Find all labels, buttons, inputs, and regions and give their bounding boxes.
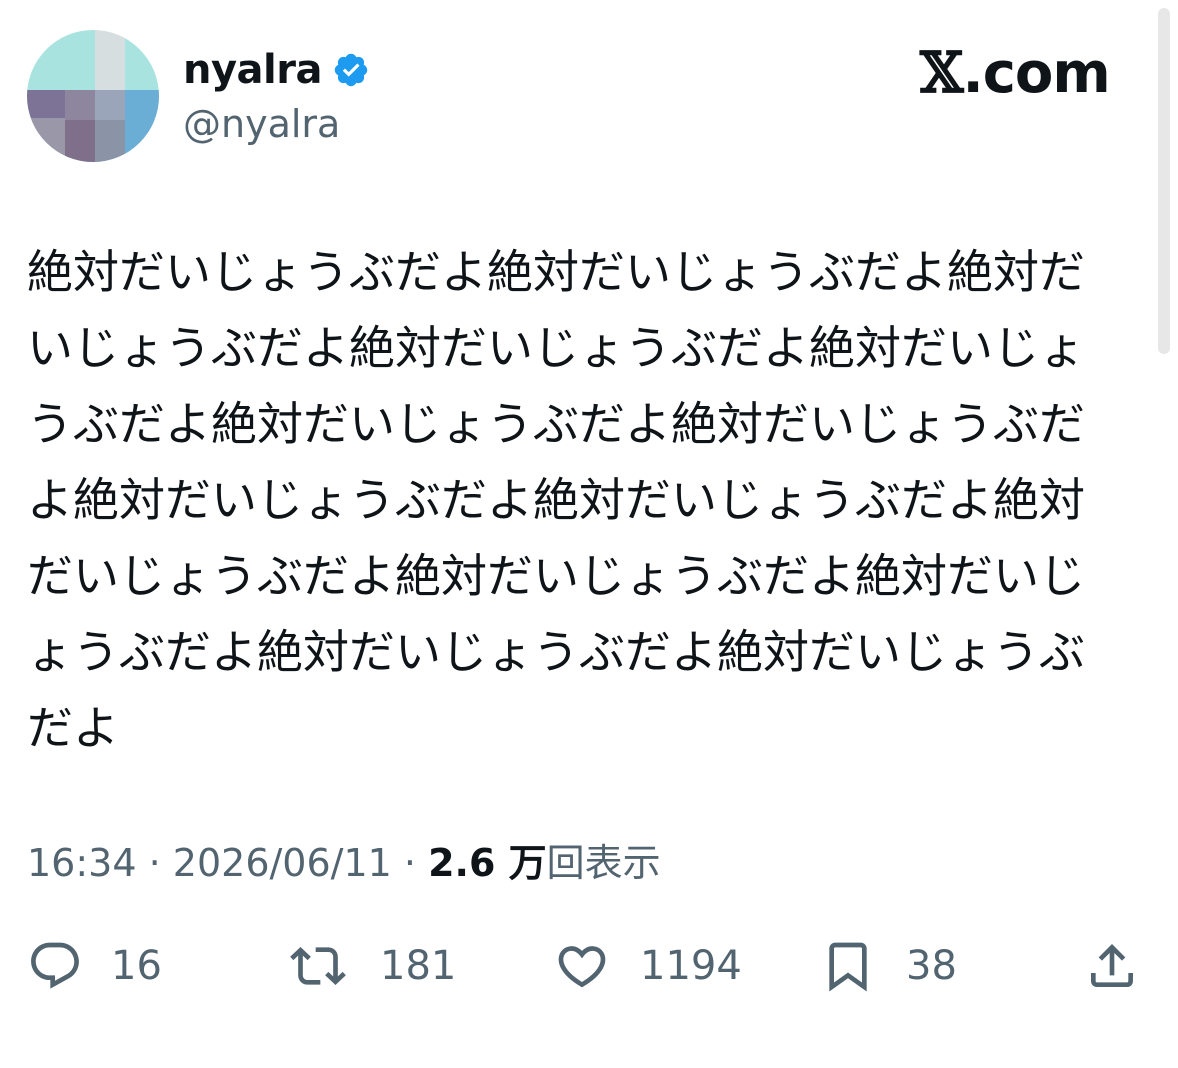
- share-icon: [1091, 944, 1133, 987]
- x-logo-suffix: .com: [962, 41, 1110, 106]
- post-date[interactable]: 2026/06/11: [173, 841, 392, 885]
- x-com-logo: 𝕏.com: [920, 40, 1111, 107]
- post-meta: 16:34 · 2026/06/11 · 2.6 万回表示: [27, 838, 661, 888]
- display-name-text[interactable]: nyalra: [183, 44, 322, 96]
- x-logo-letter: 𝕏: [920, 40, 963, 106]
- like-button[interactable]: 1194: [554, 930, 742, 1002]
- bookmark-count: 38: [906, 943, 957, 989]
- meta-separator: ·: [403, 841, 417, 885]
- reply-button[interactable]: 16: [27, 930, 162, 1002]
- repost-button[interactable]: 181: [290, 930, 456, 1002]
- reply-icon: [31, 942, 79, 989]
- post-time[interactable]: 16:34: [27, 841, 137, 885]
- bookmark-button[interactable]: 38: [820, 930, 957, 1002]
- views-count: 2.6 万: [428, 841, 547, 885]
- meta-separator: ·: [148, 841, 161, 885]
- bookmark-icon: [829, 942, 867, 992]
- display-name[interactable]: nyalra: [183, 44, 370, 96]
- post-text: 絶対だいじょうぶだよ絶対だいじょうぶだよ絶対だいじょうぶだよ絶対だいじょうぶだよ…: [27, 245, 1085, 755]
- avatar[interactable]: [27, 30, 159, 162]
- reply-count: 16: [111, 943, 162, 989]
- scrollbar[interactable]: [1158, 8, 1170, 354]
- views-label: 回表示: [546, 841, 661, 885]
- handle[interactable]: @nyalra: [183, 100, 340, 148]
- repost-count: 181: [380, 943, 457, 989]
- like-icon: [558, 946, 606, 988]
- share-button[interactable]: [1084, 930, 1140, 1002]
- repost-icon: [290, 947, 346, 985]
- verified-badge-icon: [334, 53, 368, 87]
- like-count: 1194: [640, 943, 742, 989]
- action-bar: 16 181 1194 38: [0, 930, 1178, 1002]
